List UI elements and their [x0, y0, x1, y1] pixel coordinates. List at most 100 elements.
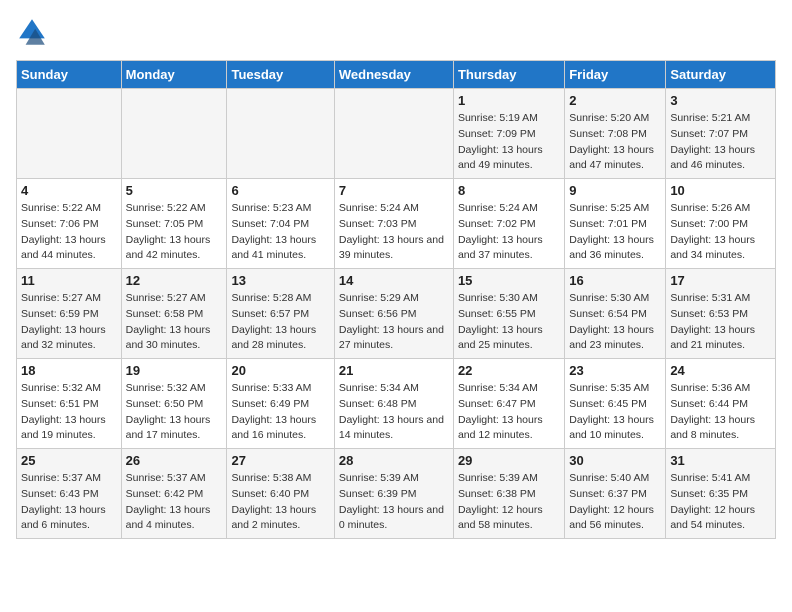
day-info: Sunrise: 5:31 AMSunset: 6:53 PMDaylight:…	[670, 291, 771, 354]
day-number: 1	[458, 93, 560, 108]
day-number: 26	[126, 453, 223, 468]
calendar-cell: 25 Sunrise: 5:37 AMSunset: 6:43 PMDayligh…	[17, 449, 122, 539]
week-row-5: 25 Sunrise: 5:37 AMSunset: 6:43 PMDayligh…	[17, 449, 776, 539]
day-number: 9	[569, 183, 661, 198]
day-number: 24	[670, 363, 771, 378]
calendar-cell: 28 Sunrise: 5:39 AMSunset: 6:39 PMDayligh…	[334, 449, 453, 539]
day-info: Sunrise: 5:30 AMSunset: 6:55 PMDaylight:…	[458, 291, 560, 354]
calendar-cell: 29Sunrise: 5:39 AMSunset: 6:38 PMDayligh…	[453, 449, 564, 539]
calendar-cell: 26 Sunrise: 5:37 AMSunset: 6:42 PMDayligh…	[121, 449, 227, 539]
day-info: Sunrise: 5:32 AMSunset: 6:50 PMDaylight:…	[126, 381, 223, 444]
day-info: Sunrise: 5:25 AMSunset: 7:01 PMDaylight:…	[569, 201, 661, 264]
calendar-cell: 30 Sunrise: 5:40 AMSunset: 6:37 PMDayligh…	[565, 449, 666, 539]
day-info: Sunrise: 5:32 AMSunset: 6:51 PMDaylight:…	[21, 381, 117, 444]
calendar-cell: 23 Sunrise: 5:35 AMSunset: 6:45 PMDayligh…	[565, 359, 666, 449]
day-number: 14	[339, 273, 449, 288]
calendar-cell: 3 Sunrise: 5:21 AMSunset: 7:07 PMDaylight…	[666, 89, 776, 179]
logo-icon	[16, 16, 48, 48]
calendar-cell: 17 Sunrise: 5:31 AMSunset: 6:53 PMDayligh…	[666, 269, 776, 359]
day-info: Sunrise: 5:39 AMSunset: 6:39 PMDaylight:…	[339, 471, 449, 534]
day-number: 21	[339, 363, 449, 378]
calendar-cell: 11 Sunrise: 5:27 AMSunset: 6:59 PMDayligh…	[17, 269, 122, 359]
day-info: Sunrise: 5:19 AMSunset: 7:09 PMDaylight:…	[458, 111, 560, 174]
calendar-cell: 15 Sunrise: 5:30 AMSunset: 6:55 PMDayligh…	[453, 269, 564, 359]
calendar-cell: 2Sunrise: 5:20 AMSunset: 7:08 PMDaylight…	[565, 89, 666, 179]
calendar-cell	[121, 89, 227, 179]
calendar-cell: 1 Sunrise: 5:19 AMSunset: 7:09 PMDaylight…	[453, 89, 564, 179]
day-info: Sunrise: 5:27 AMSunset: 6:58 PMDaylight:…	[126, 291, 223, 354]
header-cell-sunday: Sunday	[17, 61, 122, 89]
week-row-4: 18 Sunrise: 5:32 AMSunset: 6:51 PMDayligh…	[17, 359, 776, 449]
day-number: 18	[21, 363, 117, 378]
day-info: Sunrise: 5:40 AMSunset: 6:37 PMDaylight:…	[569, 471, 661, 534]
calendar-cell: 7Sunrise: 5:24 AMSunset: 7:03 PMDaylight…	[334, 179, 453, 269]
day-number: 10	[670, 183, 771, 198]
day-info: Sunrise: 5:30 AMSunset: 6:54 PMDaylight:…	[569, 291, 661, 354]
header-cell-saturday: Saturday	[666, 61, 776, 89]
day-info: Sunrise: 5:23 AMSunset: 7:04 PMDaylight:…	[231, 201, 329, 264]
day-number: 28	[339, 453, 449, 468]
day-info: Sunrise: 5:38 AMSunset: 6:40 PMDaylight:…	[231, 471, 329, 534]
day-number: 7	[339, 183, 449, 198]
calendar-cell	[227, 89, 334, 179]
day-info: Sunrise: 5:35 AMSunset: 6:45 PMDaylight:…	[569, 381, 661, 444]
day-number: 25	[21, 453, 117, 468]
day-info: Sunrise: 5:22 AMSunset: 7:06 PMDaylight:…	[21, 201, 117, 264]
header-cell-friday: Friday	[565, 61, 666, 89]
calendar-cell: 9 Sunrise: 5:25 AMSunset: 7:01 PMDaylight…	[565, 179, 666, 269]
week-row-2: 4 Sunrise: 5:22 AMSunset: 7:06 PMDaylight…	[17, 179, 776, 269]
day-info: Sunrise: 5:36 AMSunset: 6:44 PMDaylight:…	[670, 381, 771, 444]
day-info: Sunrise: 5:24 AMSunset: 7:02 PMDaylight:…	[458, 201, 560, 264]
header-cell-monday: Monday	[121, 61, 227, 89]
day-number: 30	[569, 453, 661, 468]
day-info: Sunrise: 5:29 AMSunset: 6:56 PMDaylight:…	[339, 291, 449, 354]
day-number: 11	[21, 273, 117, 288]
day-number: 13	[231, 273, 329, 288]
day-number: 17	[670, 273, 771, 288]
calendar-cell: 4 Sunrise: 5:22 AMSunset: 7:06 PMDaylight…	[17, 179, 122, 269]
logo	[16, 16, 52, 48]
page-header	[16, 16, 776, 48]
day-number: 15	[458, 273, 560, 288]
calendar-cell: 8 Sunrise: 5:24 AMSunset: 7:02 PMDaylight…	[453, 179, 564, 269]
day-number: 12	[126, 273, 223, 288]
day-number: 29	[458, 453, 560, 468]
day-number: 3	[670, 93, 771, 108]
day-info: Sunrise: 5:21 AMSunset: 7:07 PMDaylight:…	[670, 111, 771, 174]
day-number: 31	[670, 453, 771, 468]
day-number: 20	[231, 363, 329, 378]
calendar-cell: 6 Sunrise: 5:23 AMSunset: 7:04 PMDaylight…	[227, 179, 334, 269]
header-row: SundayMondayTuesdayWednesdayThursdayFrid…	[17, 61, 776, 89]
day-info: Sunrise: 5:28 AMSunset: 6:57 PMDaylight:…	[231, 291, 329, 354]
calendar-cell: 27 Sunrise: 5:38 AMSunset: 6:40 PMDayligh…	[227, 449, 334, 539]
calendar-cell: 22Sunrise: 5:34 AMSunset: 6:47 PMDayligh…	[453, 359, 564, 449]
week-row-3: 11 Sunrise: 5:27 AMSunset: 6:59 PMDayligh…	[17, 269, 776, 359]
calendar-table: SundayMondayTuesdayWednesdayThursdayFrid…	[16, 60, 776, 539]
day-number: 19	[126, 363, 223, 378]
calendar-cell: 12 Sunrise: 5:27 AMSunset: 6:58 PMDayligh…	[121, 269, 227, 359]
day-info: Sunrise: 5:26 AMSunset: 7:00 PMDaylight:…	[670, 201, 771, 264]
day-number: 6	[231, 183, 329, 198]
day-number: 23	[569, 363, 661, 378]
day-info: Sunrise: 5:37 AMSunset: 6:42 PMDaylight:…	[126, 471, 223, 534]
header-cell-tuesday: Tuesday	[227, 61, 334, 89]
calendar-cell: 31 Sunrise: 5:41 AMSunset: 6:35 PMDayligh…	[666, 449, 776, 539]
calendar-cell: 5Sunrise: 5:22 AMSunset: 7:05 PMDaylight…	[121, 179, 227, 269]
day-number: 27	[231, 453, 329, 468]
calendar-cell: 18 Sunrise: 5:32 AMSunset: 6:51 PMDayligh…	[17, 359, 122, 449]
calendar-cell: 13 Sunrise: 5:28 AMSunset: 6:57 PMDayligh…	[227, 269, 334, 359]
day-number: 8	[458, 183, 560, 198]
calendar-cell: 10 Sunrise: 5:26 AMSunset: 7:00 PMDayligh…	[666, 179, 776, 269]
day-number: 5	[126, 183, 223, 198]
day-info: Sunrise: 5:34 AMSunset: 6:47 PMDaylight:…	[458, 381, 560, 444]
header-cell-wednesday: Wednesday	[334, 61, 453, 89]
header-cell-thursday: Thursday	[453, 61, 564, 89]
day-info: Sunrise: 5:37 AMSunset: 6:43 PMDaylight:…	[21, 471, 117, 534]
day-number: 4	[21, 183, 117, 198]
calendar-cell	[334, 89, 453, 179]
calendar-cell: 16Sunrise: 5:30 AMSunset: 6:54 PMDayligh…	[565, 269, 666, 359]
calendar-cell: 21 Sunrise: 5:34 AMSunset: 6:48 PMDayligh…	[334, 359, 453, 449]
day-info: Sunrise: 5:41 AMSunset: 6:35 PMDaylight:…	[670, 471, 771, 534]
day-info: Sunrise: 5:34 AMSunset: 6:48 PMDaylight:…	[339, 381, 449, 444]
day-info: Sunrise: 5:27 AMSunset: 6:59 PMDaylight:…	[21, 291, 117, 354]
